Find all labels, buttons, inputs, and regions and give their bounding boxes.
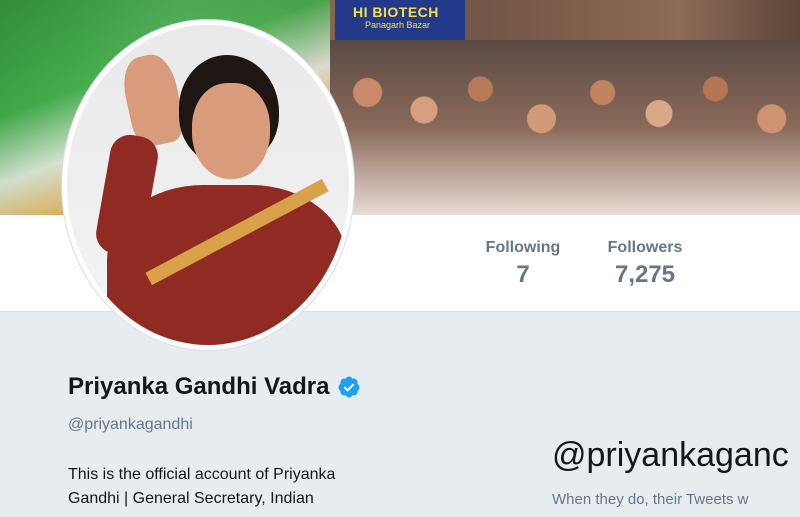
face: [192, 83, 270, 179]
followers-label: Followers: [607, 239, 683, 256]
banner-sign: HI BIOTECH Panagarh Bazar: [335, 0, 465, 40]
following-label: Following: [485, 239, 561, 256]
empty-timeline-title: @priyankaganc: [552, 436, 789, 474]
saree-body: [107, 185, 347, 345]
crowd-photo: [330, 40, 800, 215]
following-count: 7: [516, 261, 530, 288]
followers-count: 7,275: [614, 261, 676, 288]
bio-line-1: This is the official account of Priyanka: [68, 466, 336, 483]
profile-name-row: Priyanka Gandhi Vadra: [68, 373, 361, 401]
banner-sign-subtext: Panagarh Bazar: [365, 20, 431, 30]
banner-sign-text: HI BIOTECH: [353, 4, 439, 20]
bio-line-2: Gandhi | General Secretary, Indian: [68, 490, 314, 507]
empty-timeline-subtitle: When they do, their Tweets w: [552, 491, 749, 508]
following-stat[interactable]: Following 7: [482, 239, 564, 289]
profile-name[interactable]: Priyanka Gandhi Vadra: [68, 373, 329, 401]
followers-stat[interactable]: Followers 7,275: [600, 239, 690, 289]
verified-badge-icon: [338, 376, 360, 398]
profile-handle[interactable]: @priyankagandhi: [68, 416, 193, 434]
profile-avatar[interactable]: [62, 20, 354, 350]
profile-bio: This is the official account of Priyanka…: [68, 463, 428, 511]
